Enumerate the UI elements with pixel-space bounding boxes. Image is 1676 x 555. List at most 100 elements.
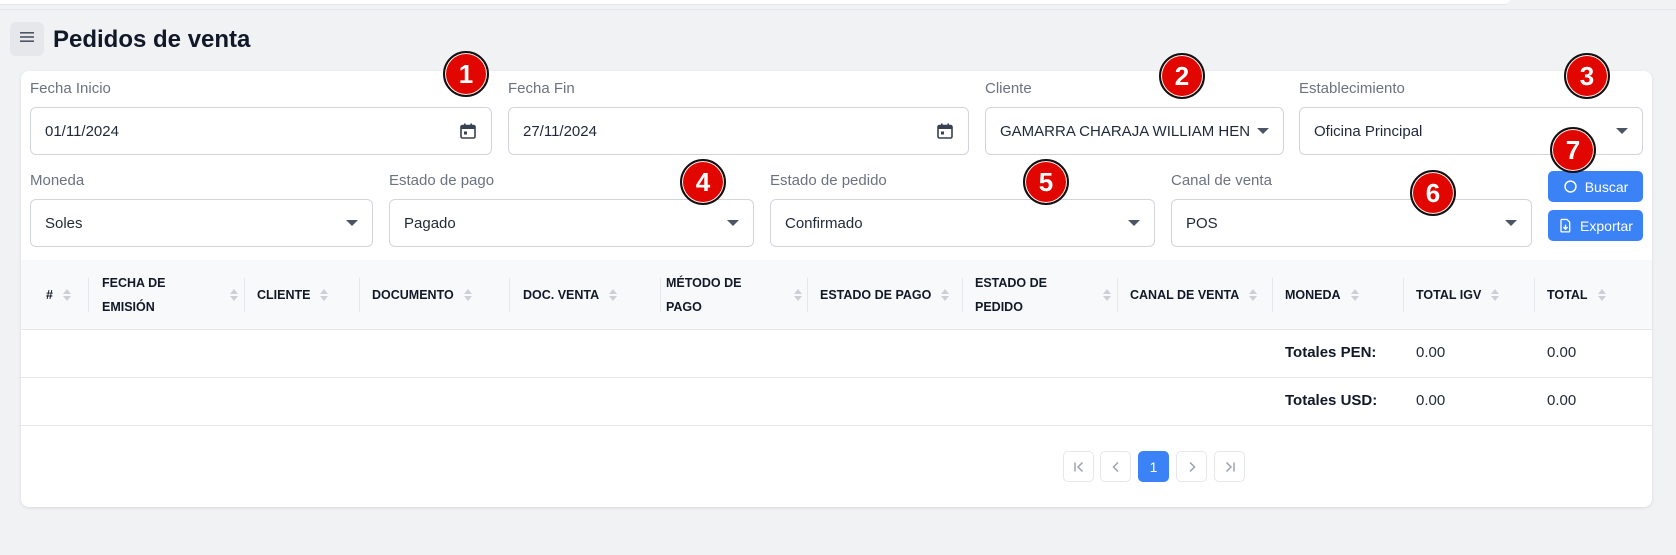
sort-icon <box>1249 289 1258 301</box>
annotation-badge-6: 6 <box>1410 170 1456 216</box>
chevron-right-icon <box>1185 460 1199 474</box>
next-page-button[interactable] <box>1176 451 1207 482</box>
estado-pago-select[interactable]: Pagado <box>389 199 754 247</box>
last-page-icon <box>1223 460 1237 474</box>
totals-total-value: 0.00 <box>1547 344 1577 361</box>
fecha-inicio-input[interactable]: 01/11/2024 <box>30 107 492 155</box>
annotation-badge-5: 5 <box>1023 159 1069 205</box>
table-header: # FECHA DE EMISIÓN CLIENTE DOCUMENTO DOC.… <box>21 260 1652 330</box>
canal-venta-value: POS <box>1186 214 1218 232</box>
chevron-down-icon <box>1128 220 1140 226</box>
totals-label: Totales USD: <box>1285 392 1378 409</box>
chevron-down-icon <box>1257 128 1269 134</box>
estado-pedido-label: Estado de pedido <box>770 172 887 189</box>
fecha-fin-input[interactable]: 27/11/2024 <box>508 107 969 155</box>
column-divider <box>807 278 808 312</box>
menu-button[interactable] <box>10 22 44 56</box>
column-header-canal-venta[interactable]: CANAL DE VENTA <box>1130 260 1258 330</box>
sort-icon <box>941 289 950 301</box>
column-header-documento[interactable]: DOCUMENTO <box>372 260 473 330</box>
sort-icon <box>63 289 72 301</box>
totals-row-pen: Totales PEN: 0.00 0.00 <box>21 330 1652 378</box>
column-header-fecha-emision[interactable]: FECHA DE EMISIÓN <box>102 260 239 330</box>
totals-row-usd: Totales USD: 0.00 0.00 <box>21 378 1652 426</box>
fecha-inicio-value: 01/11/2024 <box>45 122 119 140</box>
sort-icon <box>464 289 473 301</box>
moneda-label: Moneda <box>30 172 85 189</box>
sort-icon <box>1598 289 1607 301</box>
column-header-estado-pago[interactable]: ESTADO DE PAGO <box>820 260 950 330</box>
column-header-total[interactable]: TOTAL <box>1547 260 1607 330</box>
column-header-doc-venta[interactable]: DOC. VENTA <box>523 260 618 330</box>
column-divider <box>1272 278 1273 312</box>
chevron-down-icon <box>727 220 739 226</box>
previous-page-button[interactable] <box>1100 451 1131 482</box>
cliente-label: Cliente <box>985 80 1032 97</box>
establecimiento-label: Establecimiento <box>1299 80 1405 97</box>
moneda-select[interactable]: Soles <box>30 199 373 247</box>
sort-icon <box>320 289 329 301</box>
totals-total-value: 0.00 <box>1547 392 1577 409</box>
cliente-value: GAMARRA CHARAJA WILLIAM HENRY <box>1000 122 1249 140</box>
estado-pago-value: Pagado <box>404 214 456 232</box>
last-page-button[interactable] <box>1214 451 1245 482</box>
sort-icon <box>794 289 803 301</box>
exportar-label: Exportar <box>1580 217 1633 234</box>
first-page-icon <box>1072 460 1086 474</box>
column-header-cliente[interactable]: CLIENTE <box>257 260 329 330</box>
sort-icon <box>1491 289 1500 301</box>
fecha-fin-value: 27/11/2024 <box>523 122 597 140</box>
exportar-button[interactable]: Exportar <box>1548 210 1643 241</box>
column-divider <box>509 278 510 312</box>
column-header-total-igv[interactable]: TOTAL IGV <box>1416 260 1500 330</box>
canal-venta-label: Canal de venta <box>1171 172 1272 189</box>
page-title: Pedidos de venta <box>53 26 251 53</box>
canal-venta-select[interactable]: POS <box>1171 199 1532 247</box>
column-divider <box>1403 278 1404 312</box>
column-header-moneda[interactable]: MONEDA <box>1285 260 1360 330</box>
annotation-badge-2: 2 <box>1159 53 1205 99</box>
column-divider <box>359 278 360 312</box>
sort-icon <box>609 289 618 301</box>
export-icon <box>1558 218 1573 233</box>
totals-igv-value: 0.00 <box>1416 392 1446 409</box>
totals-label: Totales PEN: <box>1285 344 1377 361</box>
estado-pago-label: Estado de pago <box>389 172 495 189</box>
chevron-down-icon <box>1616 128 1628 134</box>
moneda-value: Soles <box>45 214 83 232</box>
sort-icon <box>1351 289 1360 301</box>
search-icon <box>1563 179 1578 194</box>
page-button-current[interactable]: 1 <box>1138 451 1169 482</box>
fecha-fin-label: Fecha Fin <box>508 80 575 97</box>
fecha-inicio-label: Fecha Inicio <box>30 80 111 97</box>
column-header-numero[interactable]: # <box>46 260 72 330</box>
column-divider <box>660 278 661 312</box>
menu-icon <box>19 29 35 50</box>
estado-pedido-select[interactable]: Confirmado <box>770 199 1155 247</box>
sort-icon <box>1103 289 1112 301</box>
calendar-icon[interactable] <box>459 122 477 140</box>
column-header-metodo-pago[interactable]: MÉTODO DE PAGO <box>666 260 803 330</box>
calendar-icon[interactable] <box>936 122 954 140</box>
top-bar <box>0 0 1676 10</box>
totals-igv-value: 0.00 <box>1416 344 1446 361</box>
chevron-down-icon <box>346 220 358 226</box>
annotation-badge-7: 7 <box>1550 127 1596 173</box>
column-divider <box>244 278 245 312</box>
column-header-estado-pedido[interactable]: ESTADO DE PEDIDO <box>975 260 1112 330</box>
buscar-button[interactable]: Buscar <box>1548 171 1643 202</box>
annotation-badge-4: 4 <box>680 159 726 205</box>
cliente-select[interactable]: GAMARRA CHARAJA WILLIAM HENRY <box>985 107 1284 155</box>
chevron-left-icon <box>1109 460 1123 474</box>
top-bar-inner <box>0 0 1510 5</box>
column-divider <box>1534 278 1535 312</box>
buscar-label: Buscar <box>1584 178 1629 195</box>
column-divider <box>1117 278 1118 312</box>
column-divider <box>962 278 963 312</box>
column-divider <box>88 278 89 312</box>
first-page-button[interactable] <box>1063 451 1094 482</box>
chevron-down-icon <box>1505 220 1517 226</box>
annotation-badge-1: 1 <box>443 51 489 97</box>
estado-pedido-value: Confirmado <box>785 214 863 232</box>
annotation-badge-3: 3 <box>1564 53 1610 99</box>
